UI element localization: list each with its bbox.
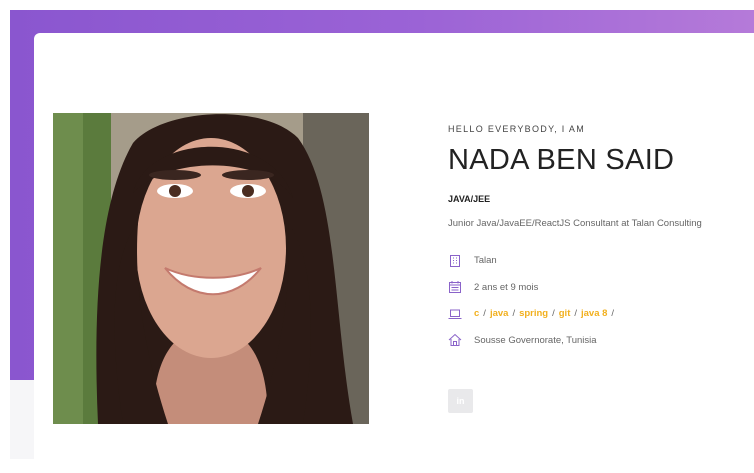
skill-item: git [558, 308, 571, 319]
experience-text: 2 ans et 9 mois [474, 281, 539, 293]
location-text: Sousse Governorate, Tunisia [474, 334, 597, 346]
home-icon [448, 333, 462, 347]
skill-separator: / [552, 308, 555, 319]
skill-separator: / [574, 308, 577, 319]
skill-item: java 8 [581, 308, 608, 319]
skill-item: c [474, 308, 480, 319]
linkedin-button[interactable]: in [448, 389, 473, 413]
building-icon [448, 254, 462, 268]
company-row: Talan [448, 253, 748, 268]
profile-name: NADA BEN SAID [448, 144, 675, 176]
skill-item: spring [519, 308, 549, 319]
location-row: Sousse Governorate, Tunisia [448, 333, 748, 348]
skill-separator: / [483, 308, 486, 319]
calendar-icon [448, 280, 462, 294]
skill-separator: / [611, 308, 615, 319]
skill-separator: / [512, 308, 516, 319]
laptop-icon [448, 307, 462, 321]
profile-summary: Junior Java/JavaEE/ReactJS Consultant at… [448, 218, 702, 229]
experience-row: 2 ans et 9 mois [448, 280, 748, 295]
profile-info: HELLO EVERYBODY, I AM NADA BEN SAID JAVA… [448, 124, 748, 359]
skill-item: java [489, 308, 509, 319]
company-text: Talan [474, 255, 497, 266]
profile-photo [53, 113, 369, 424]
profile-role: JAVA/JEE [448, 194, 491, 204]
profile-details: Talan 2 ans et 9 mois c / java / spring … [448, 253, 748, 348]
skills-list: c / java / spring / git / java 8/ [474, 308, 618, 319]
greeting-text: HELLO EVERYBODY, I AM [448, 124, 586, 134]
skills-row: c / java / spring / git / java 8/ [448, 306, 748, 321]
